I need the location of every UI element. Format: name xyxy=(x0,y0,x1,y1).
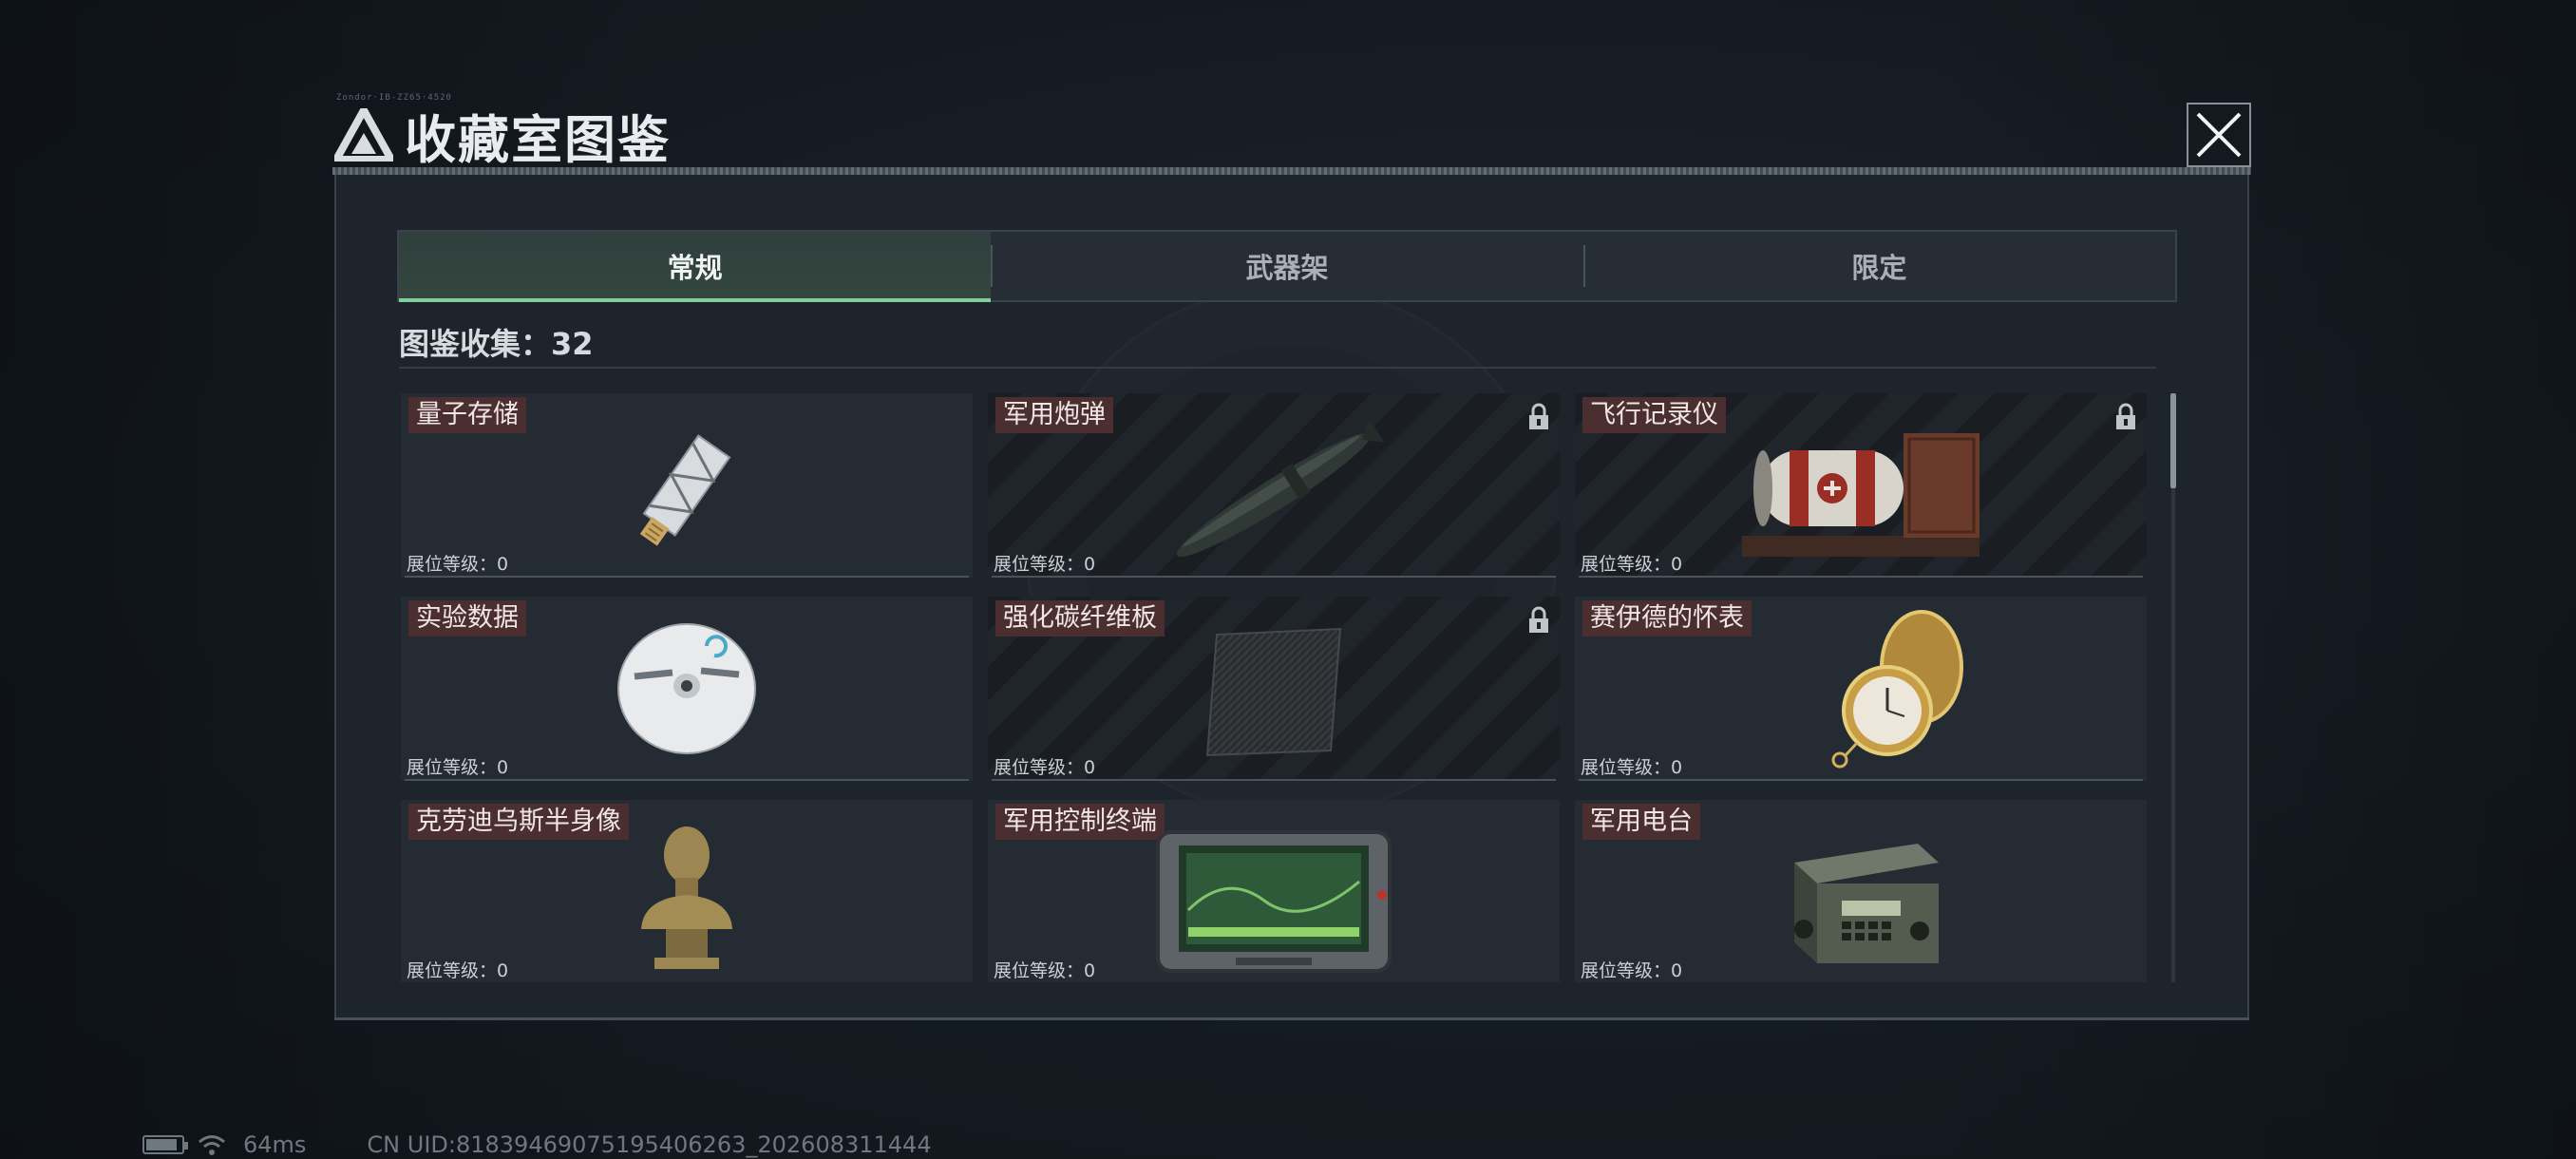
item-card-pocket-watch[interactable]: 赛伊德的怀表 展位等级：0 xyxy=(1575,597,2147,781)
item-level: 展位等级：0 xyxy=(994,554,1096,575)
logo-triangle-icon xyxy=(334,108,393,162)
close-button[interactable] xyxy=(2187,103,2251,167)
item-level: 展位等级：0 xyxy=(407,757,509,778)
tab-bar: 常规 武器架 限定 xyxy=(397,230,2177,302)
item-name: 军用控制终端 xyxy=(995,804,1165,840)
battery-icon xyxy=(142,1135,188,1154)
item-level: 展位等级：0 xyxy=(407,960,509,981)
item-level: 展位等级：0 xyxy=(1581,757,1683,778)
item-name: 克劳迪乌斯半身像 xyxy=(408,804,629,840)
collection-count: 图鉴收集：32 xyxy=(399,326,594,362)
item-level: 展位等级：0 xyxy=(1581,960,1683,981)
scrollbar-thumb[interactable] xyxy=(2170,393,2176,488)
title-bar: 收藏室图鉴 xyxy=(334,97,671,173)
tab-limited[interactable]: 限定 xyxy=(1582,232,2175,300)
pocket-watch-icon xyxy=(1831,610,1964,769)
item-level: 展位等级：0 xyxy=(994,757,1096,778)
page-title: 收藏室图鉴 xyxy=(405,109,671,170)
panel-bottom-border xyxy=(334,1017,2249,1020)
item-level: 展位等级：0 xyxy=(407,554,509,575)
item-level: 展位等级：0 xyxy=(1581,554,1683,575)
close-icon xyxy=(2196,112,2242,158)
divider xyxy=(399,367,2156,369)
item-name: 量子存储 xyxy=(408,397,526,433)
item-name: 军用炮弹 xyxy=(995,397,1113,433)
bust-statue-icon xyxy=(641,826,732,969)
flight-recorder-icon xyxy=(1742,433,1979,557)
item-card-carbon-fiber-plate[interactable]: 强化碳纤维板 展位等级：0 xyxy=(988,597,1560,781)
lock-icon xyxy=(1529,403,1548,429)
status-bar: 64ms CN UID:8183946907519540626​3_202608… xyxy=(142,1130,932,1159)
usb-drive-icon xyxy=(639,434,731,546)
ping-value: 64ms xyxy=(243,1131,307,1158)
item-grid-viewport[interactable]: 量子存储 展位等级：0 军用炮弹 展位等级：0 飞行记录仪 展位等级：0 实验数… xyxy=(401,393,2156,982)
item-card-military-radio[interactable]: 军用电台 展位等级：0 xyxy=(1575,800,2147,982)
carbon-plate-icon xyxy=(1205,627,1342,757)
item-name: 强化碳纤维板 xyxy=(995,600,1165,636)
item-name: 飞行记录仪 xyxy=(1582,397,1726,433)
item-name: 实验数据 xyxy=(408,600,526,636)
panel-top-border xyxy=(332,167,2251,175)
tab-regular[interactable]: 常规 xyxy=(399,232,992,302)
artillery-shell-icon xyxy=(1176,418,1385,558)
item-card-claudius-bust[interactable]: 克劳迪乌斯半身像 展位等级：0 xyxy=(401,800,973,982)
military-radio-icon xyxy=(1794,844,1939,963)
item-level: 展位等级：0 xyxy=(994,960,1096,981)
item-name: 赛伊德的怀表 xyxy=(1582,600,1752,636)
item-card-artillery-shell[interactable]: 军用炮弹 展位等级：0 xyxy=(988,393,1560,578)
lock-icon xyxy=(1529,606,1548,633)
item-card-quantum-storage[interactable]: 量子存储 展位等级：0 xyxy=(401,393,973,578)
cd-disc-icon xyxy=(617,623,756,754)
control-terminal-icon xyxy=(1156,830,1392,973)
user-uid: CN UID:8183946907519540626​3_20260831144… xyxy=(367,1131,932,1158)
item-card-flight-recorder[interactable]: 飞行记录仪 展位等级：0 xyxy=(1575,393,2147,578)
item-card-control-terminal[interactable]: 军用控制终端 展位等级：0 xyxy=(988,800,1560,982)
item-card-experiment-data[interactable]: 实验数据 展位等级：0 xyxy=(401,597,973,781)
tab-weapon-rack[interactable]: 武器架 xyxy=(991,232,1582,300)
item-grid: 量子存储 展位等级：0 军用炮弹 展位等级：0 飞行记录仪 展位等级：0 实验数… xyxy=(401,393,2156,982)
lock-icon xyxy=(2116,403,2135,429)
item-name: 军用电台 xyxy=(1582,804,1700,840)
wifi-icon xyxy=(199,1135,225,1155)
